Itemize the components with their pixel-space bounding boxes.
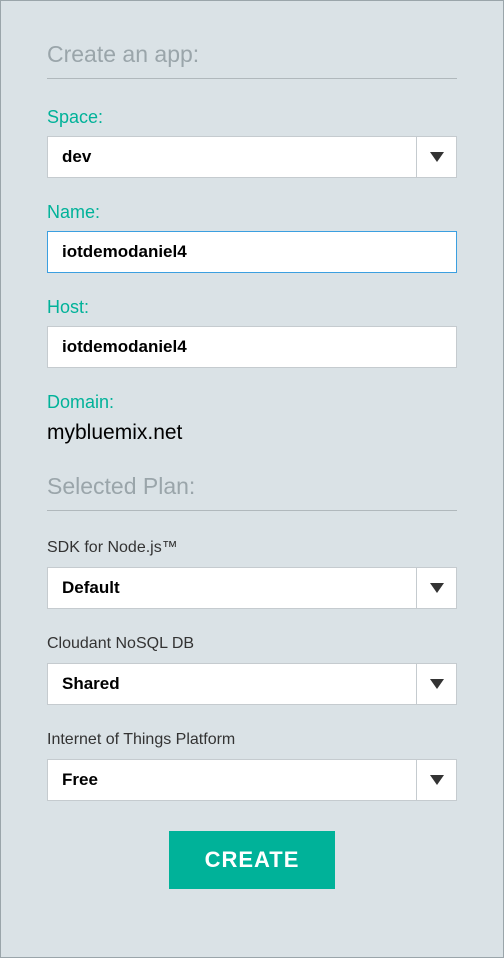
plan-select-2[interactable]: Free — [47, 759, 457, 801]
name-label: Name: — [47, 202, 457, 223]
plan-select-value-2: Free — [48, 770, 416, 790]
space-field-group: Space: dev — [47, 107, 457, 178]
chevron-down-icon — [416, 137, 456, 177]
plan-select-1[interactable]: Shared — [47, 663, 457, 705]
plan-select-value-1: Shared — [48, 674, 416, 694]
plan-group-1: Cloudant NoSQL DB Shared — [47, 635, 457, 705]
plan-select-0[interactable]: Default — [47, 567, 457, 609]
plan-label-0: SDK for Node.js™ — [47, 539, 457, 557]
space-select[interactable]: dev — [47, 136, 457, 178]
chevron-down-icon — [416, 760, 456, 800]
host-input[interactable] — [47, 326, 457, 368]
divider — [47, 510, 457, 511]
domain-label: Domain: — [47, 392, 457, 413]
create-app-form: Create an app: Space: dev Name: Host: Do… — [47, 41, 457, 889]
plan-label-1: Cloudant NoSQL DB — [47, 635, 457, 653]
host-field-group: Host: — [47, 297, 457, 368]
name-field-group: Name: — [47, 202, 457, 273]
divider — [47, 78, 457, 79]
chevron-down-icon — [416, 664, 456, 704]
host-label: Host: — [47, 297, 457, 318]
chevron-down-icon — [416, 568, 456, 608]
plan-group-2: Internet of Things Platform Free — [47, 731, 457, 801]
domain-value: mybluemix.net — [47, 421, 457, 445]
create-button[interactable]: CREATE — [169, 831, 336, 889]
form-title: Create an app: — [47, 41, 457, 68]
selected-plan-title: Selected Plan: — [47, 473, 457, 500]
plan-select-value-0: Default — [48, 578, 416, 598]
plan-label-2: Internet of Things Platform — [47, 731, 457, 749]
name-input[interactable] — [47, 231, 457, 273]
domain-field-group: Domain: mybluemix.net — [47, 392, 457, 445]
space-label: Space: — [47, 107, 457, 128]
space-select-value: dev — [48, 147, 416, 167]
plan-group-0: SDK for Node.js™ Default — [47, 539, 457, 609]
